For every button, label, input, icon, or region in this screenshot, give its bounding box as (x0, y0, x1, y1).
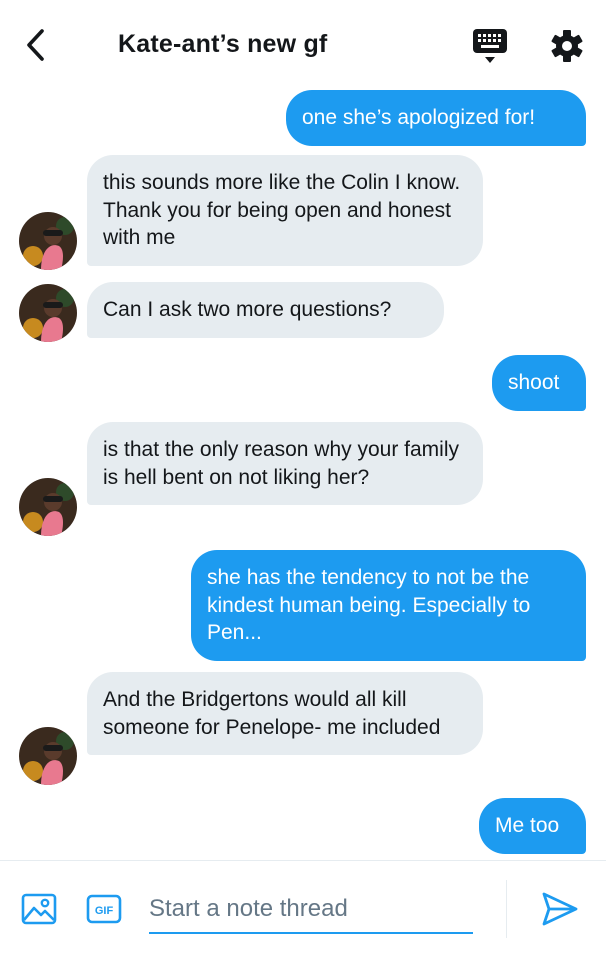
message-bubble-incoming[interactable]: this sounds more like the Colin I know. … (87, 155, 483, 266)
back-icon[interactable] (20, 28, 54, 62)
message-bubble-incoming[interactable]: is that the only reason why your family … (87, 422, 483, 505)
message-bubble-incoming[interactable]: And the Bridgertons would all kill someo… (87, 672, 483, 755)
composer-divider (506, 880, 507, 938)
message-bubble-outgoing[interactable]: shoot (492, 355, 586, 411)
conversation-title: Kate-ant’s new gf (118, 30, 328, 58)
gear-icon[interactable] (549, 28, 585, 64)
conversation-header: Kate-ant’s new gf (0, 0, 606, 90)
avatar[interactable] (19, 284, 77, 342)
avatar[interactable] (19, 478, 77, 536)
avatar[interactable] (19, 727, 77, 785)
message-bubble-outgoing[interactable]: she has the tendency to not be the kinde… (191, 550, 586, 661)
send-icon[interactable] (540, 890, 580, 928)
message-bubble-incoming[interactable]: Can I ask two more questions? (87, 282, 444, 338)
message-bubble-outgoing[interactable]: one she’s apologized for! (286, 90, 586, 146)
keyboard-icon[interactable] (472, 27, 508, 65)
note-thread-input[interactable] (149, 886, 473, 934)
avatar[interactable] (19, 212, 77, 270)
message-bubble-outgoing[interactable]: Me too (479, 798, 586, 854)
image-icon[interactable] (21, 893, 57, 925)
gif-label: GIF (95, 905, 114, 917)
gif-icon[interactable]: GIF (86, 894, 122, 924)
